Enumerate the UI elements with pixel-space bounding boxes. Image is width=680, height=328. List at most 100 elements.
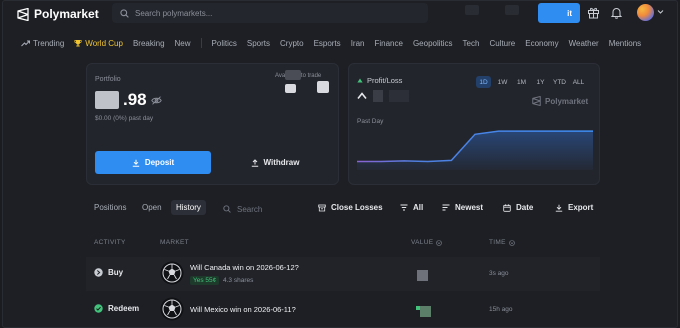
login-button[interactable]: it [538, 3, 580, 23]
table-row[interactable]: Redeem Will Mexico win on 2026-06-11? 15… [86, 293, 600, 327]
nav-item-culture[interactable]: Culture [489, 39, 515, 48]
pnl-area [357, 131, 593, 170]
portfolio-card: Portfolio Available to trade .98 $0.00 (… [86, 63, 339, 185]
tab-positions[interactable]: Positions [94, 203, 126, 212]
range-1d[interactable]: 1D [476, 76, 491, 88]
redacted-block [317, 81, 329, 93]
redacted-value [420, 306, 431, 317]
upload-icon [251, 158, 258, 167]
profit-loss-card: Profit/Loss 1D 1W 1M 1Y YTD ALL Polymark… [348, 63, 600, 185]
nav-item-crypto[interactable]: Crypto [280, 39, 304, 48]
pnl-value [357, 90, 409, 102]
nav-item-sports[interactable]: Sports [247, 39, 270, 48]
filter-all-button[interactable]: All [400, 203, 423, 212]
shares-amount: 4.3 shares [223, 277, 254, 284]
range-ytd[interactable]: YTD [552, 76, 567, 88]
search-bar[interactable]: Search polymarkets... [112, 3, 428, 23]
download-icon [555, 204, 563, 212]
sort-newest-button[interactable]: Newest [442, 203, 483, 212]
date-button[interactable]: Date [503, 203, 533, 212]
nav-item-esports[interactable]: Esports [314, 39, 341, 48]
filter-icon [400, 204, 408, 211]
nav-divider [200, 38, 202, 48]
nav-item-mentions[interactable]: Mentions [609, 39, 641, 48]
app-name: Polymarket [34, 7, 99, 21]
chevron-down-icon[interactable] [657, 9, 664, 15]
pnl-period-label: Past Day [357, 118, 384, 125]
range-1m[interactable]: 1M [514, 76, 529, 88]
redacted-block [373, 90, 383, 102]
column-header-market: MARKET [160, 239, 189, 246]
column-header-value[interactable]: VALUE [411, 239, 443, 246]
trending-icon [21, 40, 30, 46]
polymarket-watermark: Polymarket [532, 96, 588, 106]
close-losses-button[interactable]: Close Losses [318, 203, 383, 212]
column-header-time[interactable]: TIME [489, 239, 515, 246]
redacted-block [465, 5, 479, 15]
sort-icon [442, 204, 450, 211]
bell-icon[interactable] [610, 6, 623, 19]
market-title[interactable]: Will Canada win on 2026-06-12? [190, 263, 299, 272]
table-row[interactable]: Buy Will Canada win on 2026-06-12? Yes 5… [86, 257, 600, 291]
pnl-chart [357, 130, 593, 170]
buy-icon [94, 268, 103, 277]
row-time: 3s ago [489, 270, 509, 277]
nav-item-politics[interactable]: Politics [212, 39, 237, 48]
time-range-selector: 1D 1W 1M 1Y YTD ALL [476, 76, 586, 88]
column-header-activity: ACTIVITY [94, 239, 126, 246]
top-header: Polymarket Search polymarkets... it [3, 1, 677, 27]
nav-item-iran[interactable]: Iran [351, 39, 365, 48]
outcome-badge: Yes 55¢ [190, 276, 220, 285]
export-button[interactable]: Export [555, 203, 593, 212]
soccer-ball-icon [160, 261, 184, 285]
gift-icon[interactable] [587, 6, 600, 19]
nav-item-new[interactable]: New [175, 39, 191, 48]
polymarket-logo-icon [17, 7, 29, 21]
sort-indicator-icon [508, 239, 515, 246]
redacted-value [417, 270, 428, 281]
range-1y[interactable]: 1Y [533, 76, 548, 88]
calendar-icon [503, 203, 511, 212]
pnl-header: Profit/Loss [357, 76, 402, 85]
tab-history[interactable]: History [171, 200, 206, 215]
nav-item-economy[interactable]: Economy [525, 39, 558, 48]
range-all[interactable]: ALL [571, 76, 586, 88]
up-triangle-icon [357, 78, 363, 83]
tab-open[interactable]: Open [142, 203, 162, 212]
deposit-button[interactable]: Deposit [95, 151, 211, 174]
redacted-block [389, 90, 409, 102]
download-icon [132, 159, 140, 167]
history-search-input[interactable]: Search [219, 199, 306, 219]
app-window: Polymarket Search polymarkets... it Tren… [2, 0, 678, 328]
range-1w[interactable]: 1W [495, 76, 510, 88]
category-nav: Trending World Cup Breaking New Politics… [21, 36, 677, 50]
archive-icon [318, 204, 326, 211]
hide-balance-icon[interactable] [150, 95, 162, 105]
market-title[interactable]: Will Mexico win on 2026-06-11? [190, 305, 296, 314]
withdraw-button[interactable]: Withdraw [219, 151, 331, 174]
trophy-icon [74, 40, 82, 47]
sort-indicator-icon [436, 239, 443, 246]
avatar[interactable] [637, 4, 654, 21]
logo[interactable]: Polymarket [17, 6, 99, 22]
pnl-up-icon [357, 92, 367, 99]
row-time: 15h ago [489, 306, 513, 313]
search-placeholder: Search polymarkets... [135, 8, 213, 18]
nav-item-world-cup[interactable]: World Cup [74, 39, 123, 48]
portfolio-value-text: .98 [123, 90, 147, 109]
search-icon [120, 8, 129, 18]
nav-item-trending[interactable]: Trending [21, 39, 64, 48]
nav-item-breaking[interactable]: Breaking [133, 39, 165, 48]
redacted-block [285, 84, 296, 93]
polymarket-logo-icon [532, 96, 541, 106]
redacted-block [95, 91, 119, 109]
nav-item-finance[interactable]: Finance [374, 39, 402, 48]
pnl-title: Profit/Loss [367, 76, 403, 85]
portfolio-title: Portfolio [95, 76, 121, 83]
redacted-block [505, 5, 519, 15]
nav-item-tech[interactable]: Tech [463, 39, 480, 48]
nav-item-weather[interactable]: Weather [569, 39, 599, 48]
activity-type: Redeem [94, 304, 139, 313]
nav-item-geopolitics[interactable]: Geopolitics [413, 39, 453, 48]
history-toolbar: Positions Open History Search Close Loss… [86, 197, 599, 221]
